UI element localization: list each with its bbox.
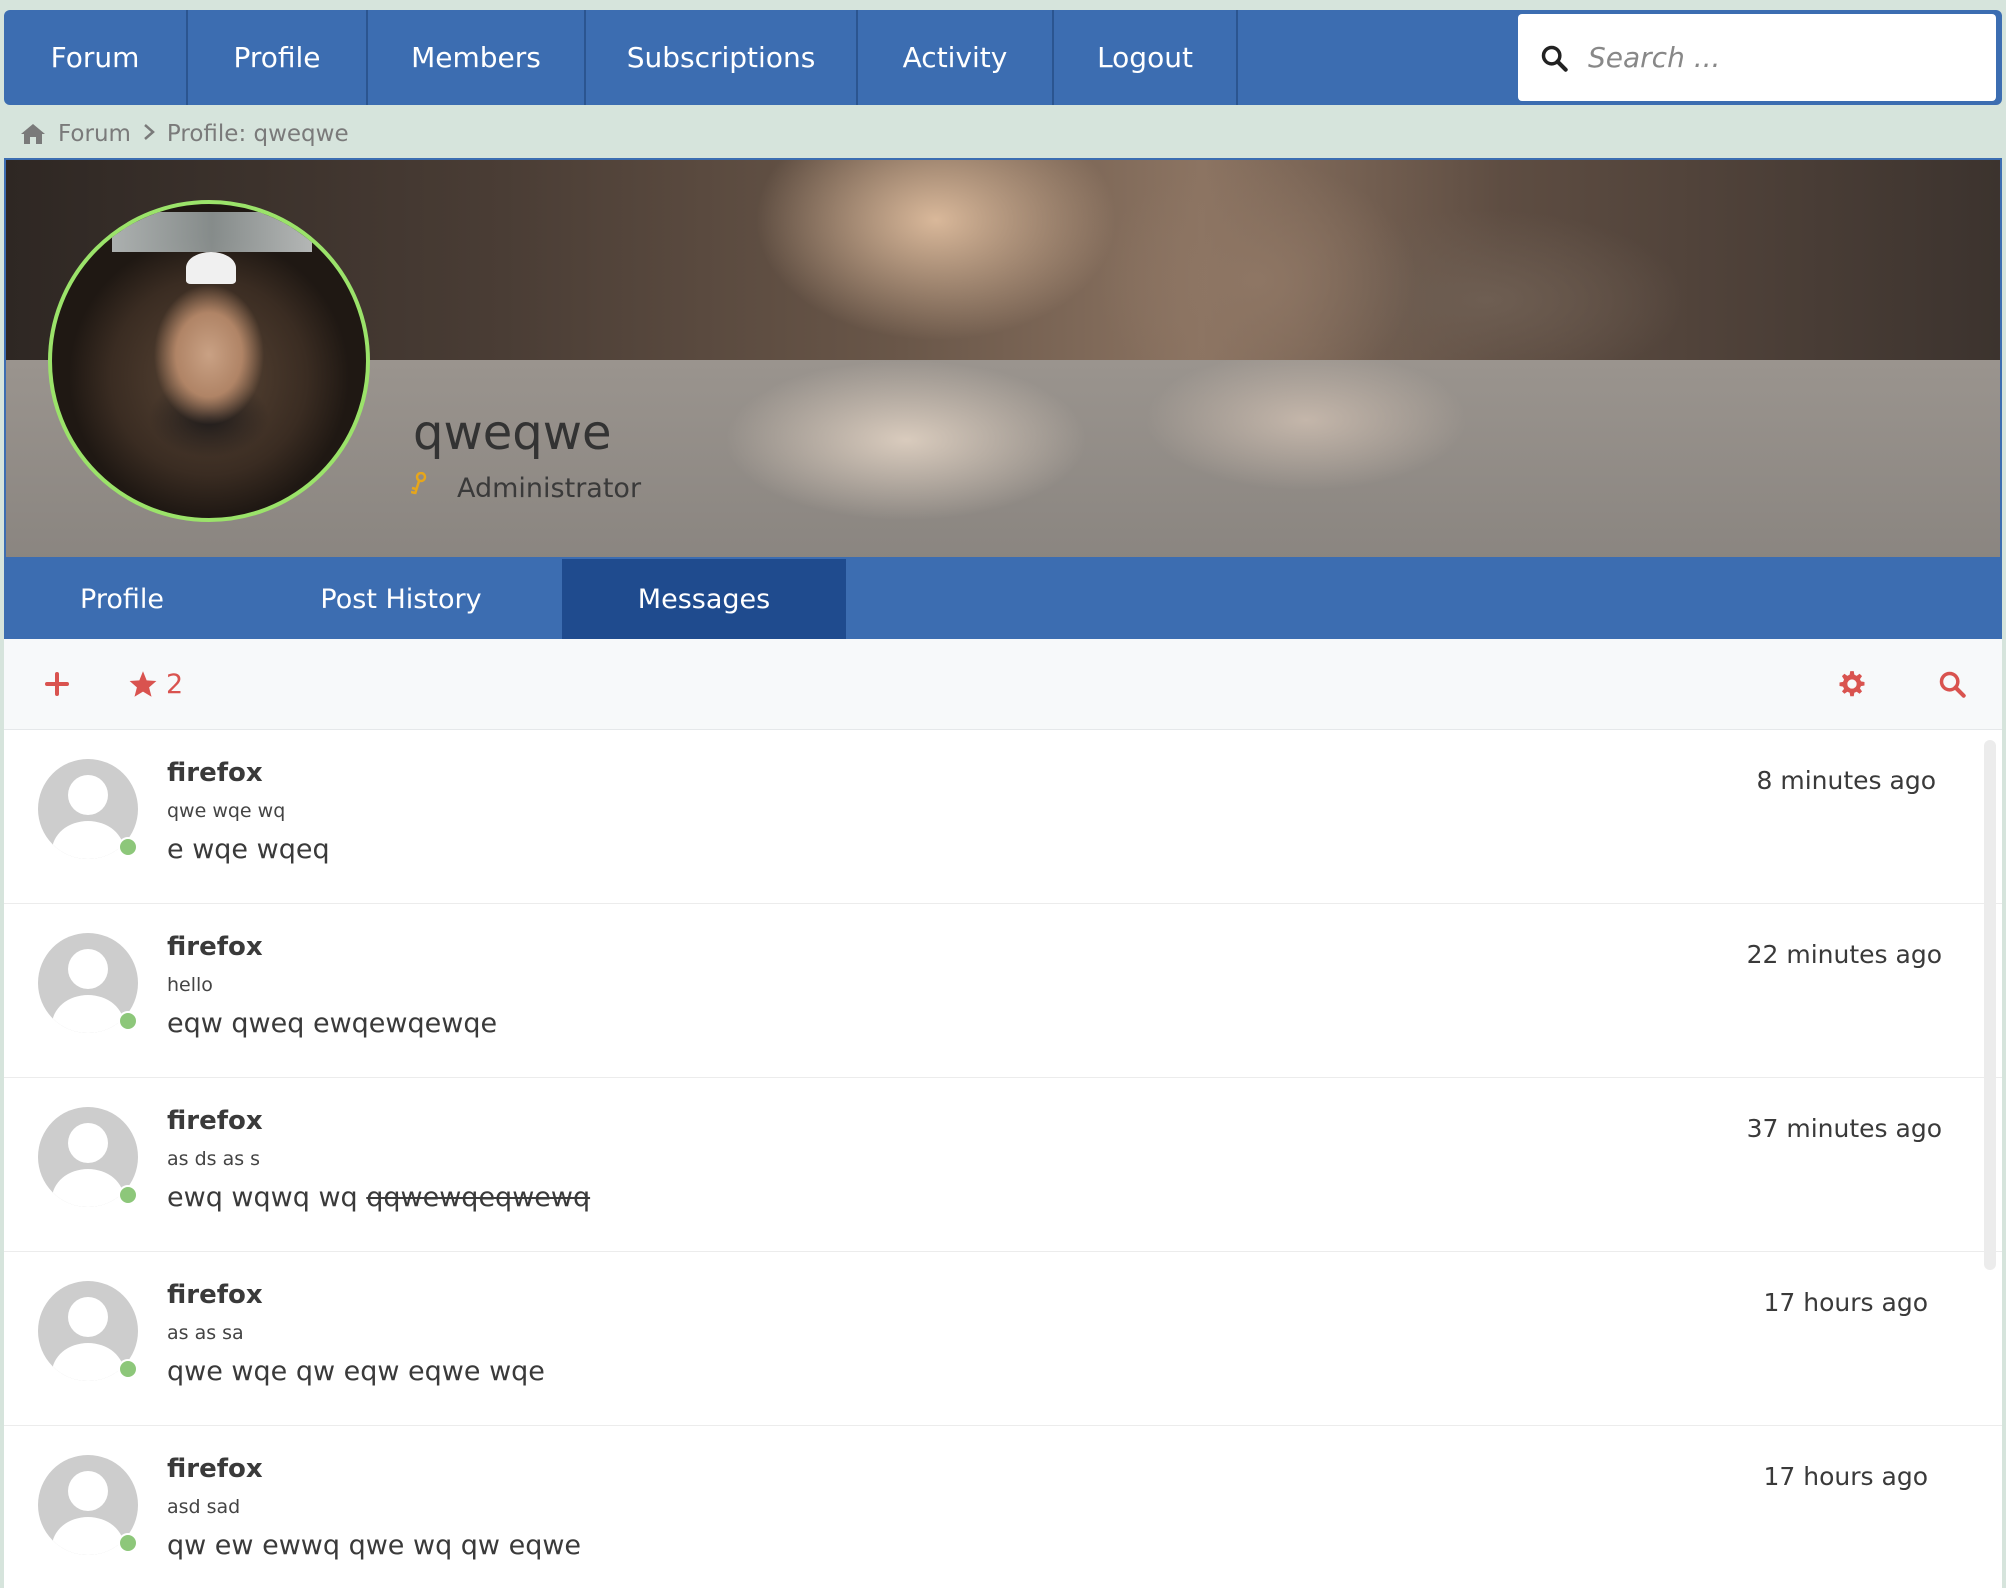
message-timestamp: 37 minutes ago [1746, 1114, 1942, 1143]
message-subject: hello [167, 974, 213, 996]
profile-role: Administrator [410, 471, 642, 505]
online-status-dot [118, 1185, 138, 1205]
search-box [1518, 14, 1996, 101]
message-body: eqw qweq ewqewqewqe [167, 1008, 498, 1039]
search-icon[interactable] [1540, 44, 1568, 72]
message-body: e wqe wqeq [167, 834, 330, 865]
breadcrumb-forum-link[interactable]: Forum [58, 121, 131, 147]
tab-profile[interactable]: Profile [4, 559, 240, 639]
list-item[interactable]: firefox hello eqw qweq ewqewqewqe 22 min… [4, 904, 2002, 1078]
message-subject: as as sa [167, 1322, 244, 1344]
message-timestamp: 22 minutes ago [1746, 940, 1942, 969]
message-body: qwe wqe qw eqw eqwe wqe [167, 1356, 545, 1387]
list-item[interactable]: firefox as ds as s ewq wqwq wq qqwewqeqw… [4, 1078, 2002, 1252]
nav-logout[interactable]: Logout [1054, 10, 1238, 105]
search-input[interactable] [1588, 41, 1958, 74]
home-icon[interactable] [20, 123, 46, 145]
message-author[interactable]: firefox [167, 1106, 263, 1136]
list-item[interactable]: firefox qwe wqe wq e wqe wqeq 8 minutes … [4, 730, 2002, 904]
profile-role-label: Administrator [457, 473, 642, 504]
profile-tabs: Profile Post History Messages [4, 559, 2002, 639]
message-body: qw ew ewwq qwe wq qw eqwe [167, 1530, 582, 1561]
gear-icon[interactable] [1838, 670, 1866, 698]
message-timestamp: 17 hours ago [1763, 1462, 1928, 1491]
online-status-dot [118, 837, 138, 857]
favorites-count: 2 [166, 668, 184, 700]
message-timestamp: 17 hours ago [1763, 1288, 1928, 1317]
messages-list: firefox qwe wqe wq e wqe wqeq 8 minutes … [4, 730, 2002, 1588]
profile-username: qweqwe [413, 405, 612, 461]
key-icon [410, 471, 427, 505]
profile-header: qweqwe Administrator [4, 158, 2002, 559]
message-subject: qwe wqe wq [167, 800, 286, 822]
nav-members[interactable]: Members [368, 10, 586, 105]
main-navbar: Forum Profile Members Subscriptions Acti… [4, 10, 2002, 105]
star-icon [128, 670, 158, 698]
list-item[interactable]: firefox as as sa qwe wqe qw eqw eqwe wqe… [4, 1252, 2002, 1426]
online-status-dot [118, 1011, 138, 1031]
nav-subscriptions[interactable]: Subscriptions [586, 10, 858, 105]
message-subject: asd sad [167, 1496, 241, 1518]
message-author[interactable]: firefox [167, 932, 263, 962]
message-subject: as ds as s [167, 1148, 261, 1170]
online-status-dot [118, 1533, 138, 1553]
plus-icon[interactable] [44, 671, 70, 697]
favorites-button[interactable]: 2 [128, 669, 183, 700]
nav-activity[interactable]: Activity [858, 10, 1054, 105]
breadcrumb: Forum Profile: qweqwe [20, 116, 349, 152]
online-status-dot [118, 1359, 138, 1379]
message-author[interactable]: firefox [167, 1454, 263, 1484]
nav-profile[interactable]: Profile [188, 10, 368, 105]
messages-toolbar: 2 [4, 639, 2002, 730]
list-item[interactable]: firefox asd sad qw ew ewwq qwe wq qw eqw… [4, 1426, 2002, 1588]
chevron-right-icon [143, 121, 155, 147]
message-body: ewq wqwq wq qqwewqeqwewq [167, 1182, 591, 1213]
message-author[interactable]: firefox [167, 758, 263, 788]
tab-post-history[interactable]: Post History [240, 559, 562, 639]
message-timestamp: 8 minutes ago [1756, 766, 1936, 795]
breadcrumb-current: Profile: qweqwe [166, 121, 349, 147]
nav-forum[interactable]: Forum [4, 10, 188, 105]
search-icon[interactable] [1938, 670, 1966, 698]
message-author[interactable]: firefox [167, 1280, 263, 1310]
profile-avatar[interactable] [48, 200, 370, 522]
tab-messages[interactable]: Messages [562, 559, 846, 639]
